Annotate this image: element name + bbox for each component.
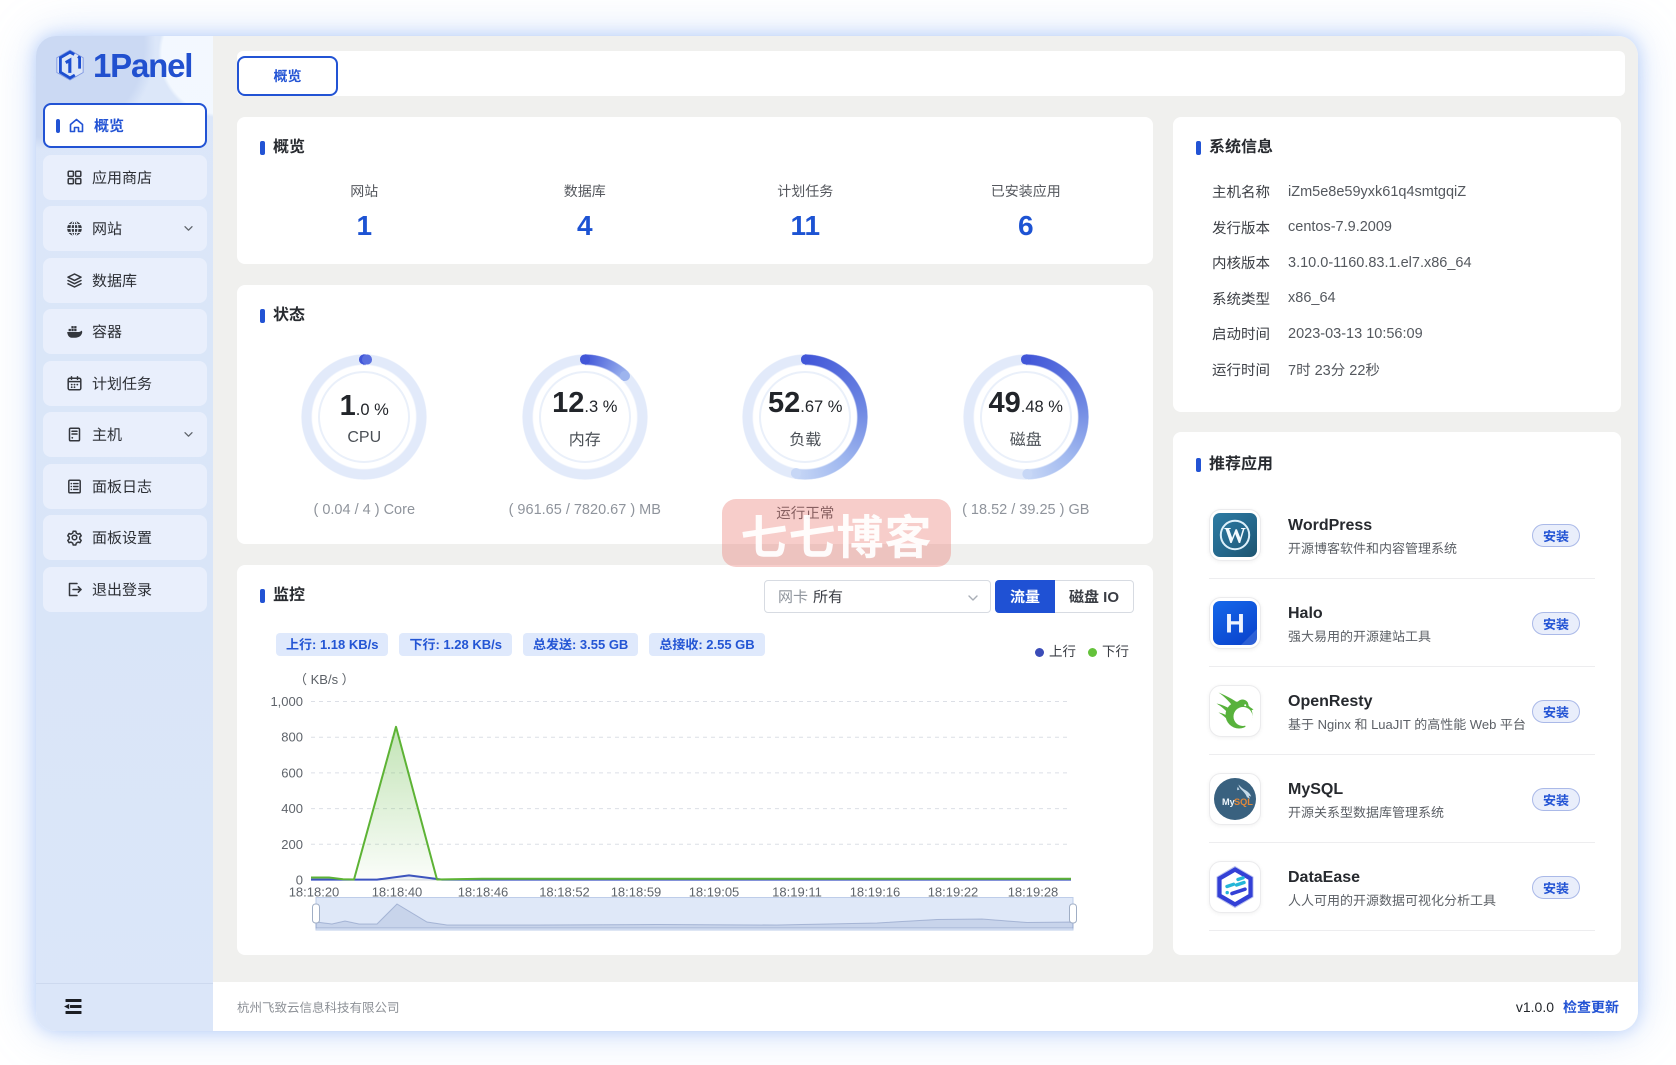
svg-text:H: H bbox=[1225, 609, 1245, 639]
svg-text:W: W bbox=[1224, 523, 1246, 548]
svg-text:400: 400 bbox=[281, 801, 303, 816]
svg-text:（ KB/s ）: （ KB/s ） bbox=[294, 672, 355, 687]
svg-text:600: 600 bbox=[281, 765, 303, 780]
svg-text:200: 200 bbox=[281, 837, 303, 852]
svg-text:800: 800 bbox=[281, 730, 303, 745]
svg-text:1,000: 1,000 bbox=[270, 694, 303, 709]
svg-text:SQL: SQL bbox=[1234, 797, 1253, 807]
